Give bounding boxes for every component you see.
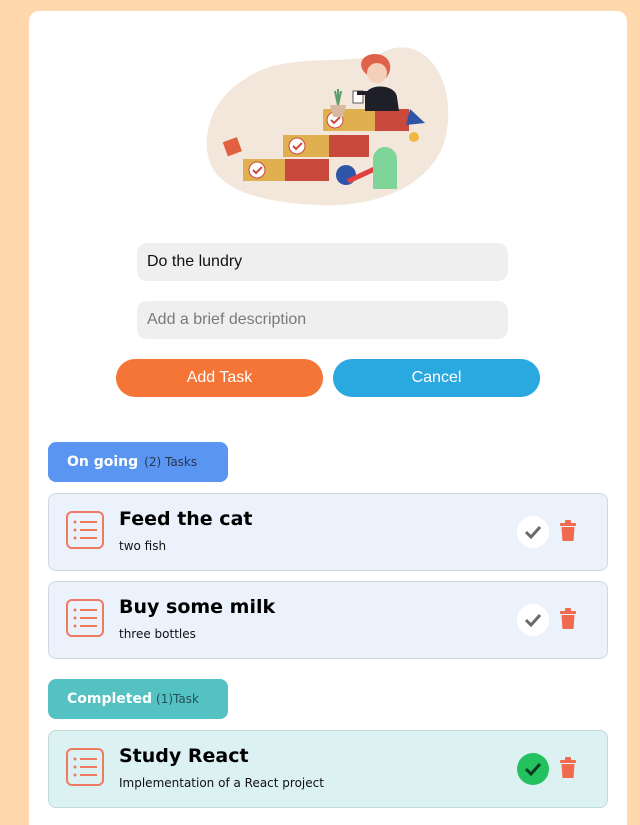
hero-illustration xyxy=(206,47,449,206)
task-description: three bottles xyxy=(119,627,196,641)
list-icon xyxy=(66,599,104,637)
complete-task-button[interactable] xyxy=(517,753,549,785)
task-item-feed-the-cat[interactable]: Feed the cat two fish xyxy=(48,493,608,571)
add-task-button[interactable]: Add Task xyxy=(116,359,323,397)
list-icon xyxy=(66,511,104,549)
task-description: Implementation of a React project xyxy=(119,776,324,790)
check-icon xyxy=(524,525,542,539)
check-icon xyxy=(524,613,542,627)
completed-section-tab: Completed (1)Task xyxy=(48,679,228,719)
completed-section-title: Completed xyxy=(67,691,153,707)
task-description-input[interactable] xyxy=(137,301,508,339)
task-title: Buy some milk xyxy=(119,596,276,618)
task-title: Feed the cat xyxy=(119,508,253,530)
task-item-study-react[interactable]: Study React Implementation of a React pr… xyxy=(48,730,608,808)
task-description: two fish xyxy=(119,539,167,553)
trash-icon[interactable] xyxy=(558,757,578,779)
todo-card: Add Task Cancel On going (2) Tasks Feed … xyxy=(29,11,627,825)
trash-icon[interactable] xyxy=(558,520,578,542)
task-item-buy-some-milk[interactable]: Buy some milk three bottles xyxy=(48,581,608,659)
completed-task-count: (1)Task xyxy=(156,692,199,706)
check-icon xyxy=(524,762,542,776)
ongoing-section-title: On going xyxy=(67,454,139,470)
complete-task-button[interactable] xyxy=(517,604,549,636)
task-title-input[interactable] xyxy=(137,243,508,281)
trash-icon[interactable] xyxy=(558,608,578,630)
cancel-button[interactable]: Cancel xyxy=(333,359,540,397)
ongoing-task-count: (2) Tasks xyxy=(144,455,198,469)
ongoing-section-tab: On going (2) Tasks xyxy=(48,442,228,482)
complete-task-button[interactable] xyxy=(517,516,549,548)
task-title: Study React xyxy=(119,745,249,767)
list-icon xyxy=(66,748,104,786)
